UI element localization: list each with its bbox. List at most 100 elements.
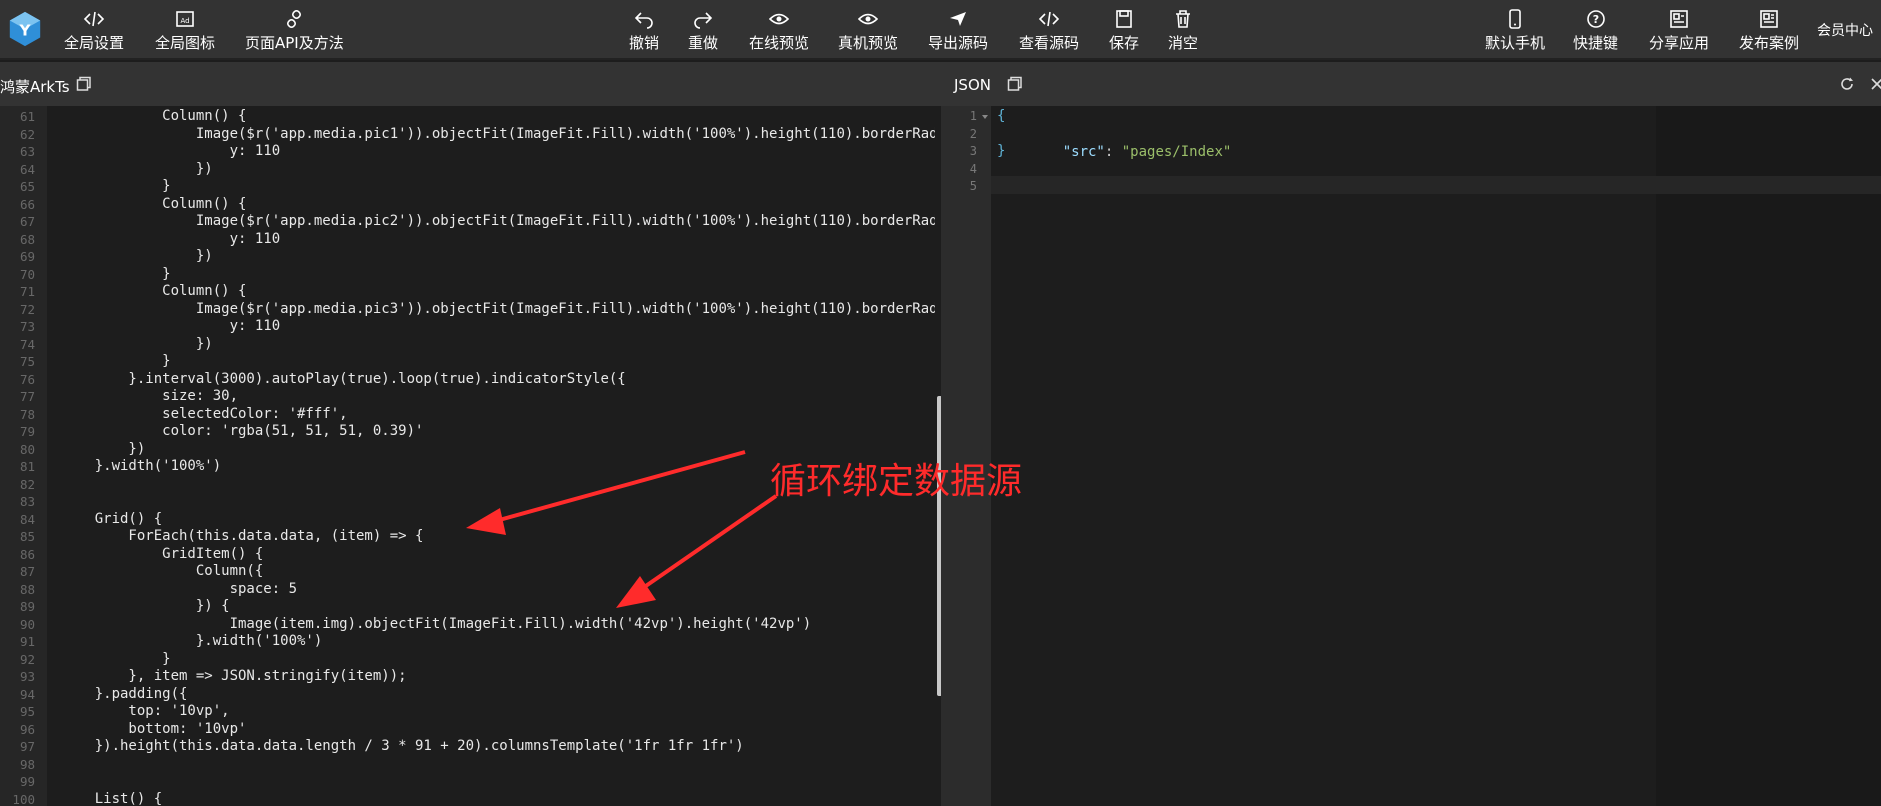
- line-number: 79: [19, 424, 35, 439]
- line-number: 93: [19, 669, 35, 684]
- help-icon: ?: [1586, 8, 1606, 30]
- line-number: 99: [19, 774, 35, 789]
- action-button-label: 真机预览: [838, 34, 899, 52]
- active-line-highlight: [991, 176, 1881, 194]
- utility-button-0[interactable]: 默认手机: [1485, 8, 1545, 54]
- code-line: }, item => JSON.stringify(item));: [61, 668, 407, 684]
- code-line: }: [61, 178, 171, 194]
- editor-margin-shade: [1656, 106, 1881, 806]
- top-toolbar: Y 全局设置 Ad 全局图标 页面API及方法 撤销 重做 在线预览 真机预览 导出源码 查看源…: [0, 0, 1881, 60]
- redo-icon: [692, 8, 714, 30]
- code-line: space: 5: [61, 580, 298, 597]
- global-button-label: 页面API及方法: [245, 34, 344, 52]
- line-number-gutter: 61 62 63 64 65 66 67 68 69 70 71 72 73 74 75 76 77 78 79 80…: [0, 106, 47, 806]
- global-button-0[interactable]: 全局设置: [64, 8, 124, 54]
- utility-button-1[interactable]: ? 快捷键: [1573, 8, 1618, 54]
- action-button-7[interactable]: 消空: [1168, 8, 1198, 54]
- line-number: 69: [19, 249, 35, 264]
- line-number: 76: [19, 371, 35, 387]
- global-button-label: 全局设置: [64, 34, 125, 52]
- line-number: 98: [19, 756, 35, 772]
- global-button-2[interactable]: 页面API及方法: [245, 8, 344, 54]
- line-number: 92: [19, 651, 35, 667]
- action-button-3[interactable]: 真机预览: [838, 8, 898, 54]
- json-key: "src": [1062, 143, 1105, 160]
- code-line: }.padding({: [61, 685, 188, 702]
- utility-button-3[interactable]: 发布案例: [1739, 8, 1799, 54]
- close-icon[interactable]: [1869, 76, 1881, 92]
- json-line-number: 1: [969, 109, 977, 123]
- eye-icon: [858, 8, 878, 30]
- fold-arrow-icon[interactable]: [981, 113, 989, 121]
- code-line: top: '10vp',: [61, 703, 230, 719]
- copy-icon[interactable]: [1007, 76, 1023, 92]
- action-button-label: 导出源码: [928, 34, 989, 52]
- line-number: 68: [19, 231, 35, 247]
- action-button-6[interactable]: 保存: [1109, 8, 1139, 54]
- action-button-label: 在线预览: [749, 34, 810, 52]
- code-line: bottom: '10vp': [61, 720, 247, 737]
- utility-button-label: 发布案例: [1739, 34, 1800, 52]
- left-panel-title: 鸿蒙ArkTs: [0, 78, 70, 96]
- line-number: 86: [19, 546, 35, 562]
- line-number: 90: [19, 616, 35, 632]
- action-button-5[interactable]: 查看源码: [1019, 8, 1079, 54]
- json-open-brace: {: [997, 108, 1006, 124]
- json-line-number: 4: [969, 161, 977, 176]
- code-line: }.width('100%'): [61, 458, 222, 474]
- code-icon: [83, 8, 105, 30]
- annotation-label: 循环绑定数据源: [770, 461, 1023, 502]
- json-colon: :: [1104, 143, 1122, 160]
- code-line: Image($r('app.media.pic1')).objectFit(Im…: [195, 125, 935, 142]
- line-number: 66: [19, 196, 35, 212]
- line-number: 62: [19, 126, 35, 142]
- line-number: 75: [19, 354, 35, 369]
- code-line: ForEach(this.data.data, (item) => {: [61, 528, 424, 544]
- code-line: }.width('100%'): [61, 633, 323, 649]
- app-logo-icon[interactable]: Y: [6, 10, 44, 48]
- member-center-link[interactable]: 会员中心: [1817, 20, 1873, 40]
- refresh-icon[interactable]: [1839, 76, 1855, 92]
- line-number: 91: [19, 634, 35, 649]
- svg-text:Y: Y: [19, 22, 32, 40]
- action-button-1[interactable]: 重做: [688, 8, 718, 54]
- line-number: 94: [19, 686, 35, 702]
- right-panel-header: JSON: [941, 62, 1881, 106]
- action-button-4[interactable]: 导出源码: [928, 8, 988, 54]
- code-icon: [1038, 8, 1060, 30]
- copy-icon[interactable]: [76, 76, 92, 92]
- action-button-0[interactable]: 撤销: [629, 8, 659, 54]
- line-number: 80: [19, 441, 35, 457]
- code-line: }: [61, 265, 171, 282]
- action-button-2[interactable]: 在线预览: [749, 8, 809, 54]
- code-line: Grid() {: [61, 510, 163, 527]
- utility-button-label: 默认手机: [1485, 34, 1546, 52]
- global-button-1[interactable]: Ad 全局图标: [155, 8, 215, 54]
- utility-button-2[interactable]: 分享应用: [1649, 8, 1709, 54]
- svg-text:Ad: Ad: [180, 17, 189, 25]
- json-value: "pages/Index": [1121, 143, 1232, 160]
- action-button-label: 消空: [1168, 34, 1199, 52]
- line-number: 64: [19, 161, 35, 177]
- code-line: selectedColor: '#fff',: [61, 405, 348, 422]
- code-line: Column() {: [61, 108, 247, 124]
- line-number: 88: [19, 581, 35, 597]
- line-number: 73: [19, 319, 35, 334]
- global-button-label: 全局图标: [155, 34, 216, 52]
- image-icon: Ad: [175, 8, 195, 30]
- code-line: }: [61, 353, 171, 369]
- json-entry: "src": "pages/Index": [1029, 126, 1232, 179]
- code-line: Image($r('app.media.pic3')).objectFit(Im…: [195, 300, 935, 317]
- action-button-label: 查看源码: [1019, 34, 1080, 52]
- code-line: y: 110: [61, 230, 281, 247]
- line-number: 84: [19, 511, 35, 527]
- share-icon: [1669, 8, 1689, 30]
- line-number: 78: [19, 406, 35, 422]
- line-number: 87: [19, 564, 35, 579]
- code-line: }): [61, 248, 213, 264]
- line-number: 71: [19, 284, 35, 299]
- utility-button-label: 快捷键: [1573, 34, 1619, 52]
- line-number: 81: [19, 459, 35, 474]
- json-code-editor[interactable]: 1 2 3 4 5 { "src": "pages/Index" }: [941, 106, 1881, 806]
- action-button-label: 重做: [688, 34, 719, 52]
